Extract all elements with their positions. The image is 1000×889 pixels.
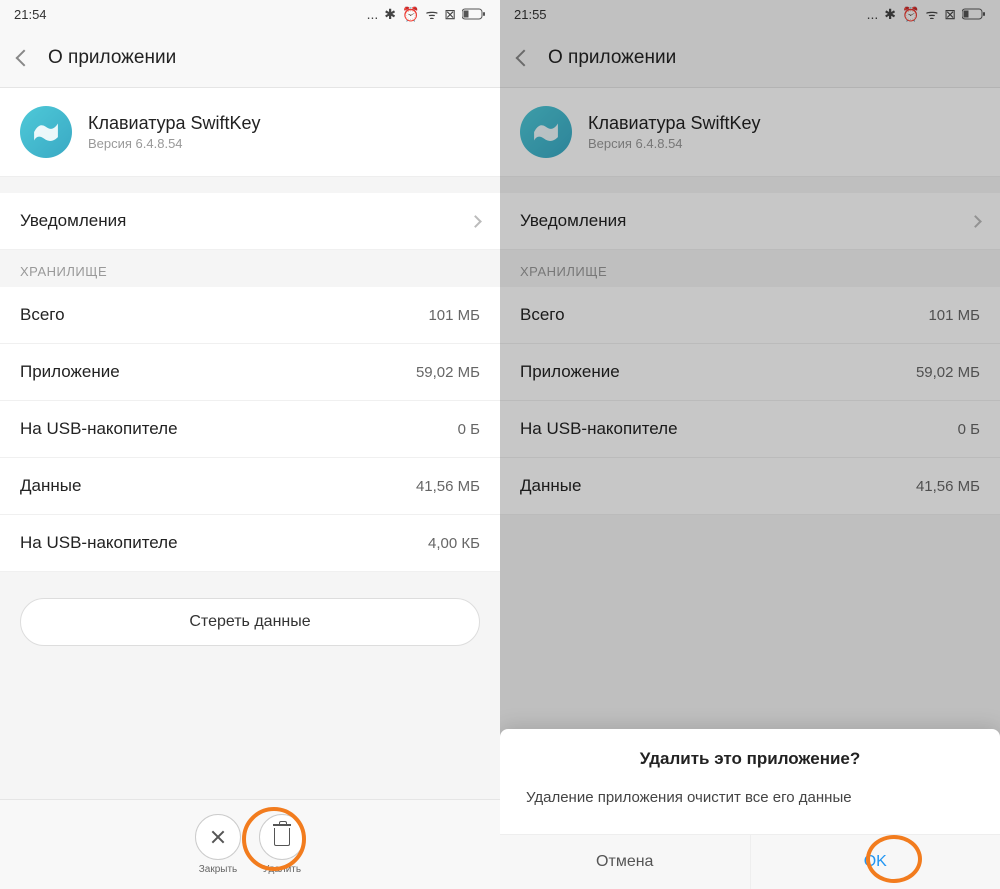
dialog-cancel-button[interactable]: Отмена bbox=[500, 835, 751, 889]
storage-total-row: Всего101 МБ bbox=[0, 287, 500, 344]
page-title: О приложении bbox=[548, 47, 676, 69]
storage-header: ХРАНИЛИЩЕ bbox=[0, 250, 500, 287]
clear-data-button[interactable]: Стереть данные bbox=[20, 598, 480, 646]
app-name: Клавиатура SwiftKey bbox=[588, 113, 761, 134]
status-icons: ...✱⏰ᯤ⊠ bbox=[867, 5, 986, 24]
app-header: Клавиатура SwiftKey Версия 6.4.8.54 bbox=[500, 88, 1000, 177]
chevron-right-icon bbox=[969, 215, 982, 228]
storage-data-row: Данные41,56 МБ bbox=[0, 458, 500, 515]
bottom-toolbar: Закрыть Удалить bbox=[0, 799, 500, 889]
storage-total-row: Всего101 МБ bbox=[500, 287, 1000, 344]
app-icon bbox=[20, 106, 72, 158]
status-bar: 21:54 ...✱⏰ᯤ⊠ bbox=[0, 0, 500, 28]
storage-header: ХРАНИЛИЩЕ bbox=[500, 250, 1000, 287]
app-version: Версия 6.4.8.54 bbox=[588, 136, 761, 151]
storage-app-row: Приложение59,02 МБ bbox=[500, 344, 1000, 401]
navbar: О приложении bbox=[0, 28, 500, 88]
dialog-title: Удалить это приложение? bbox=[500, 729, 1000, 781]
page-title: О приложении bbox=[48, 47, 176, 69]
delete-button[interactable]: Удалить bbox=[259, 814, 305, 875]
status-icons: ...✱⏰ᯤ⊠ bbox=[367, 5, 486, 24]
screen-right: 21:55 ...✱⏰ᯤ⊠ О приложении Клавиатура Sw… bbox=[500, 0, 1000, 889]
confirm-dialog: Удалить это приложение? Удаление приложе… bbox=[500, 729, 1000, 889]
app-header: Клавиатура SwiftKey Версия 6.4.8.54 bbox=[0, 88, 500, 177]
app-name: Клавиатура SwiftKey bbox=[88, 113, 261, 134]
notifications-row[interactable]: Уведомления bbox=[500, 193, 1000, 250]
status-bar: 21:55 ...✱⏰ᯤ⊠ bbox=[500, 0, 1000, 28]
storage-app-row: Приложение59,02 МБ bbox=[0, 344, 500, 401]
storage-usb-row: На USB-накопителе0 Б bbox=[0, 401, 500, 458]
back-icon[interactable] bbox=[516, 49, 533, 66]
dialog-ok-button[interactable]: OK bbox=[751, 835, 1000, 889]
storage-usb-row: На USB-накопителе0 Б bbox=[500, 401, 1000, 458]
close-button[interactable]: Закрыть bbox=[195, 814, 241, 875]
back-icon[interactable] bbox=[16, 49, 33, 66]
navbar: О приложении bbox=[500, 28, 1000, 88]
app-icon bbox=[520, 106, 572, 158]
close-icon bbox=[210, 829, 226, 845]
status-time: 21:55 bbox=[514, 7, 547, 22]
trash-icon bbox=[274, 828, 290, 846]
status-time: 21:54 bbox=[14, 7, 47, 22]
app-version: Версия 6.4.8.54 bbox=[88, 136, 261, 151]
dialog-message: Удаление приложения очистит все его данн… bbox=[500, 781, 1000, 834]
chevron-right-icon bbox=[469, 215, 482, 228]
screen-left: 21:54 ...✱⏰ᯤ⊠ О приложении Клавиатура Sw… bbox=[0, 0, 500, 889]
storage-usb2-row: На USB-накопителе4,00 КБ bbox=[0, 515, 500, 572]
notifications-row[interactable]: Уведомления bbox=[0, 193, 500, 250]
storage-data-row: Данные41,56 МБ bbox=[500, 458, 1000, 515]
